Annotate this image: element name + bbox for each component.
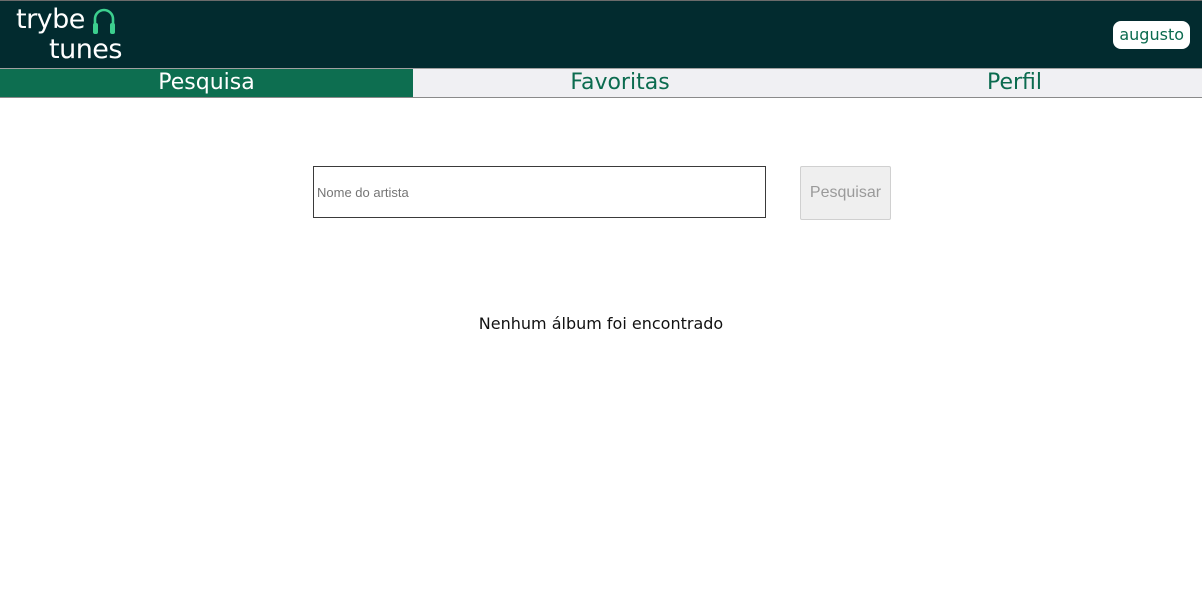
search-button[interactable]: Pesquisar: [800, 166, 891, 220]
app-header: trybe tunes augusto: [0, 0, 1202, 68]
headphones-icon: [93, 8, 115, 34]
trybe-tunes-logo: trybe tunes: [16, 3, 123, 65]
nav-link-favorites[interactable]: Favoritas: [413, 69, 827, 97]
logo-text-trybe: trybe: [16, 4, 85, 35]
nav-link-search[interactable]: Pesquisa: [0, 69, 413, 97]
logo-text-tunes: tunes: [49, 34, 123, 65]
user-name-badge: augusto: [1113, 21, 1190, 49]
no-albums-message: Nenhum álbum foi encontrado: [478, 314, 724, 333]
artist-search-input[interactable]: [313, 166, 766, 218]
main-nav: Pesquisa Favoritas Perfil: [0, 68, 1202, 98]
nav-link-profile[interactable]: Perfil: [827, 69, 1202, 97]
